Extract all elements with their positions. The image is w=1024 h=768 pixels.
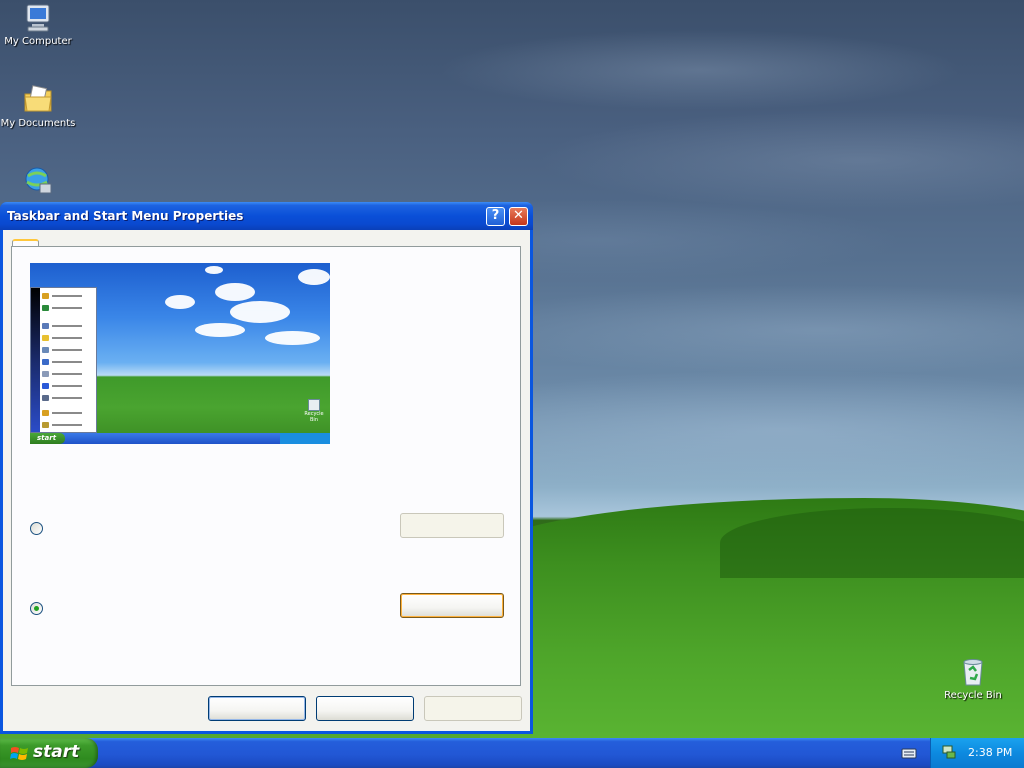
taskbar: start 2:38 PM (0, 738, 1024, 768)
desktop-icon-my-computer[interactable]: My Computer (0, 2, 78, 47)
desktop-icon-internet-explorer[interactable] (0, 164, 78, 198)
dialog-client-area: Recycle Bin start (3, 230, 530, 731)
preview-taskbar: start (30, 433, 330, 444)
help-button[interactable]: ? (486, 207, 505, 226)
windows-logo-icon (10, 747, 28, 760)
option-radio-2[interactable] (30, 602, 43, 615)
desktop-icon-label: Recycle Bin (944, 690, 1002, 701)
desktop-icon-recycle-bin[interactable]: Recycle Bin (933, 656, 1013, 701)
start-button[interactable]: start (0, 738, 98, 768)
clock[interactable]: 2:38 PM (968, 746, 1012, 759)
close-button[interactable]: ✕ (509, 207, 528, 226)
cancel-button[interactable] (316, 696, 414, 721)
desktop-icon-label: My Documents (0, 118, 76, 129)
my-documents-icon (24, 85, 52, 112)
close-icon: ✕ (513, 208, 524, 223)
system-tray: 2:38 PM (930, 738, 1024, 768)
preview-start-menu (30, 287, 97, 433)
option-radio-1[interactable] (30, 522, 43, 535)
keyboard-icon[interactable] (901, 746, 917, 760)
apply-button[interactable] (424, 696, 522, 721)
ok-button[interactable] (208, 696, 306, 721)
customize-button-2[interactable] (400, 593, 504, 618)
preview-recycle-bin: Recycle Bin (304, 399, 324, 423)
recycle-bin-icon (963, 659, 983, 686)
customize-button-1[interactable] (400, 513, 504, 538)
preview-recycle-label: Recycle Bin (304, 411, 324, 423)
wallpaper-hill-shadow (720, 508, 1024, 578)
radio-selected-dot (34, 606, 39, 611)
desktop-icon-my-documents[interactable]: My Documents (0, 84, 78, 129)
help-icon: ? (491, 208, 500, 223)
internet-explorer-icon (25, 167, 52, 194)
tab-panel: Recycle Bin start (11, 246, 521, 686)
network-icon[interactable] (941, 744, 957, 760)
start-menu-preview: Recycle Bin start (30, 263, 330, 444)
preview-start-button: start (30, 433, 65, 444)
dialog-title: Taskbar and Start Menu Properties (7, 209, 244, 223)
taskbar-properties-dialog: Taskbar and Start Menu Properties ? ✕ Re… (0, 202, 533, 734)
preview-tray (280, 433, 330, 444)
my-computer-icon (26, 4, 50, 32)
desktop-icon-label: My Computer (4, 36, 72, 47)
dialog-titlebar[interactable]: Taskbar and Start Menu Properties ? ✕ (0, 202, 533, 230)
start-label: start (33, 742, 80, 762)
